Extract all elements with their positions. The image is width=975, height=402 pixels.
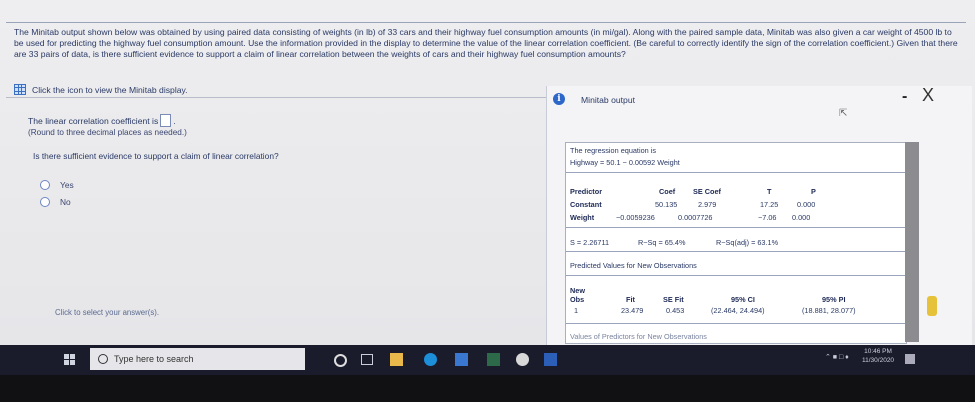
radio-no[interactable]	[40, 197, 50, 207]
evidence-question: Is there sufficient evidence to support …	[33, 151, 279, 161]
monitor-bezel	[0, 375, 975, 402]
task-view-icon[interactable]	[361, 354, 373, 365]
regression-equation: Highway = 50.1 − 0.00592 Weight	[570, 158, 680, 167]
pred-header-se-fit: SE Fit	[663, 295, 684, 304]
close-button[interactable]: X	[922, 85, 934, 106]
notifications-icon[interactable]	[905, 354, 915, 364]
round-note: (Round to three decimal places as needed…	[28, 128, 187, 137]
pred-header-obs: Obs	[570, 295, 585, 304]
cursor-icon: ⇱	[839, 108, 848, 119]
rule	[566, 227, 906, 228]
pred-header-ci: 95% CI	[731, 295, 755, 304]
file-explorer-icon[interactable]	[390, 353, 403, 366]
edge-browser-icon[interactable]	[424, 353, 437, 366]
store-icon[interactable]	[455, 353, 468, 366]
lcc-answer-box[interactable]	[160, 114, 172, 127]
pred-heading: Predicted Values for New Observations	[570, 261, 697, 270]
taskbar-clock[interactable]: 10:46 PM 11/30/2020	[862, 347, 894, 365]
minitab-popup: i Minitab output ⇱ - X The regression eq…	[546, 85, 972, 346]
rule	[566, 323, 906, 324]
chrome-icon[interactable]	[516, 353, 529, 366]
stat-rsq: R−Sq = 65.4%	[638, 238, 686, 247]
radio-yes[interactable]	[40, 180, 50, 190]
row-weight-p: 0.000	[792, 213, 811, 222]
table-icon[interactable]	[14, 84, 26, 95]
info-icon: i	[553, 93, 565, 105]
minimize-button[interactable]: -	[902, 88, 907, 106]
header-p: P	[811, 187, 816, 196]
row-weight-t: −7.06	[758, 213, 777, 222]
pred-fit: 23.479	[621, 306, 644, 315]
header-coef: Coef	[659, 187, 676, 196]
pred-obs: 1	[574, 306, 579, 315]
popup-scrollbar[interactable]	[905, 142, 919, 342]
row-weight-coef: −0.0059236	[616, 213, 655, 222]
row-weight-label: Weight	[570, 213, 595, 222]
pred-header-new: New	[570, 286, 586, 295]
browser-content: The Minitab output shown below was obtai…	[0, 0, 975, 346]
pred-header-pi: 95% PI	[822, 295, 846, 304]
option-no[interactable]: No	[40, 197, 71, 207]
minitab-display-link[interactable]: Click the icon to view the Minitab displ…	[14, 84, 188, 95]
windows-start-icon[interactable]	[64, 354, 75, 365]
rule	[566, 275, 906, 276]
row-constant-label: Constant	[570, 200, 602, 209]
minitab-output-panel: The regression equation is Highway = 50.…	[565, 142, 907, 344]
taskbar: Type here to search ⌃ ■ □ ♦ 10:46 PM 11/…	[0, 345, 975, 375]
click-hint: Click to select your answer(s).	[55, 308, 159, 317]
header-t: T	[767, 187, 772, 196]
clock-time: 10:46 PM	[864, 348, 892, 355]
row-weight-se: 0.0007726	[678, 213, 713, 222]
row-constant-se: 2.979	[698, 200, 717, 209]
header-se-coef: SE Coef	[693, 187, 721, 196]
values-heading: Values of Predictors for New Observation…	[570, 332, 707, 341]
pred-header-fit: Fit	[626, 295, 635, 304]
question-text: The Minitab output shown below was obtai…	[14, 27, 958, 59]
pred-ci: (22.464, 24.494)	[711, 306, 765, 315]
header-predictor: Predictor	[570, 187, 603, 196]
cortana-icon[interactable]	[334, 354, 347, 367]
top-rule	[6, 22, 966, 23]
stat-s: S = 2.26711	[570, 238, 610, 247]
search-placeholder[interactable]: Type here to search	[114, 354, 194, 364]
icon-prompt-text[interactable]: Click the icon to view the Minitab displ…	[32, 85, 188, 95]
row-constant-p: 0.000	[797, 200, 816, 209]
rule	[566, 172, 906, 173]
pred-se-fit: 0.453	[666, 306, 685, 315]
taskbar-search[interactable]: Type here to search	[90, 348, 305, 370]
search-icon	[98, 354, 108, 364]
system-tray-icons[interactable]: ⌃ ■ □ ♦	[825, 353, 849, 361]
stat-rsq-adj: R−Sq(adj) = 63.1%	[716, 238, 779, 247]
clock-date: 11/30/2020	[862, 357, 895, 364]
rule	[566, 251, 906, 252]
popup-header: i Minitab output ⇱ - X	[547, 85, 972, 119]
popup-title: Minitab output	[581, 95, 635, 105]
lcc-label: The linear correlation coefficient is	[28, 115, 159, 126]
row-constant-coef: 50.135	[655, 200, 678, 209]
app-icon[interactable]	[487, 353, 500, 366]
word-icon[interactable]	[544, 353, 557, 366]
side-handle[interactable]	[927, 296, 937, 316]
option-no-label[interactable]: No	[60, 197, 71, 207]
lcc-row: The linear correlation coefficient is .	[28, 114, 176, 127]
regression-heading: The regression equation is	[570, 146, 656, 155]
pred-pi: (18.881, 28.077)	[802, 306, 856, 315]
option-yes[interactable]: Yes	[40, 180, 74, 190]
option-yes-label[interactable]: Yes	[60, 180, 74, 190]
row-constant-t: 17.25	[760, 200, 779, 209]
